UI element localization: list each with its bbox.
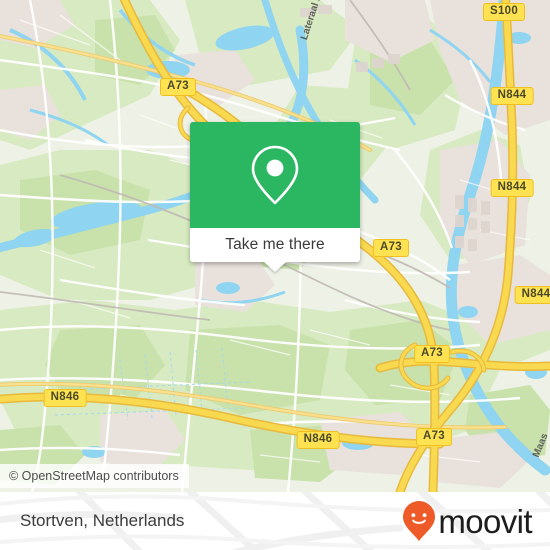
road-shield-a73-2: A73: [160, 78, 196, 96]
attribution-text: © OpenStreetMap contributors: [9, 469, 179, 483]
map-pin-icon: [251, 145, 299, 205]
take-me-there-button[interactable]: Take me there: [190, 228, 360, 272]
road-shield-a73-9: A73: [416, 428, 452, 446]
moovit-brand[interactable]: moovit: [402, 500, 533, 542]
moovit-pin-smile-icon: [403, 501, 436, 541]
road-shield-n846-8: N846: [296, 431, 340, 449]
moovit-place-card-screen: S100 N844 A73 N844 A73 N844 A73 N846 N84…: [0, 0, 550, 550]
road-shield-a73-4: A73: [373, 239, 409, 257]
callout-pointer: [264, 262, 286, 272]
road-shield-s100-0: S100: [482, 3, 526, 21]
footer-bar: Stortven, Netherlands moovit: [0, 492, 550, 550]
map-canvas[interactable]: S100 N844 A73 N844 A73 N844 A73 N846 N84…: [0, 0, 550, 492]
road-shield-a73-6: A73: [414, 345, 450, 363]
road-shield-n844-3: N844: [490, 179, 534, 197]
take-me-there-label: Take me there: [225, 236, 325, 253]
road-shield-n844-5: N844: [514, 286, 550, 304]
callout-icon-area: [190, 122, 360, 228]
place-title: Stortven, Netherlands: [20, 511, 185, 530]
moovit-wordmark: moovit: [438, 502, 532, 540]
road-shield-n844-1: N844: [490, 87, 534, 105]
map-attribution[interactable]: © OpenStreetMap contributors: [0, 464, 189, 488]
place-callout-card[interactable]: Take me there: [190, 122, 360, 272]
road-shield-n846-7: N846: [43, 389, 87, 407]
